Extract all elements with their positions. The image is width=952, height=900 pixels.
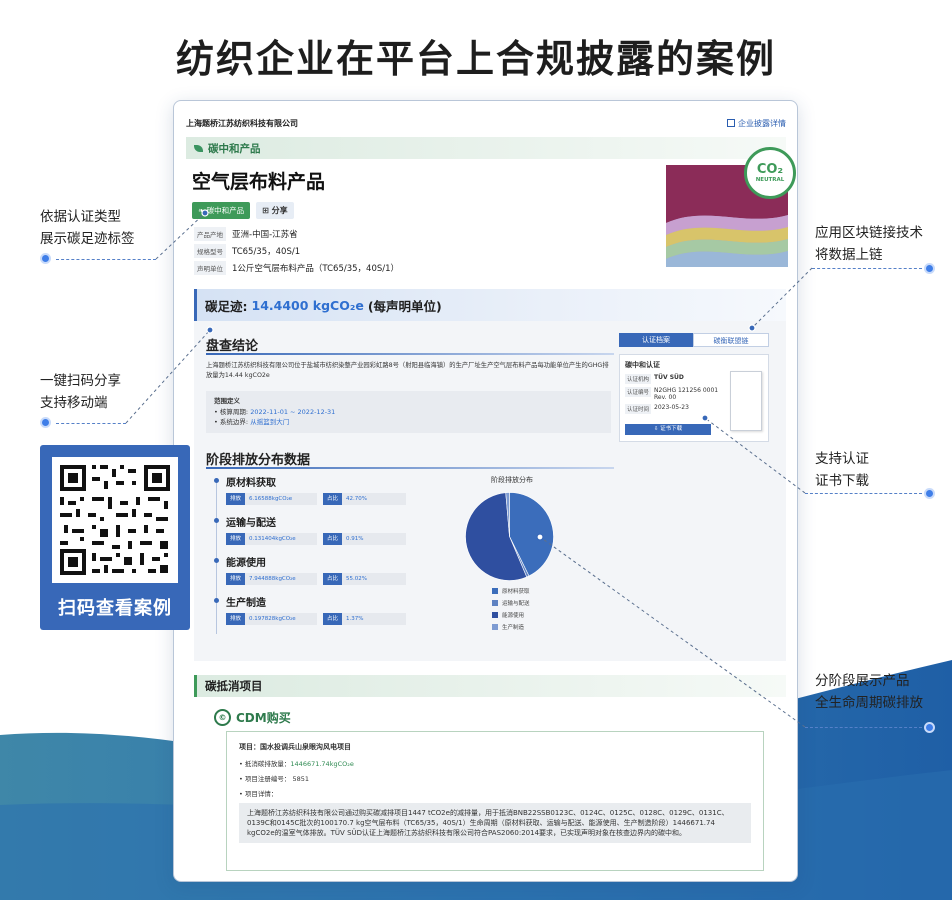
legend-label: 原材料获取 [502,589,530,595]
annotation-dot [40,253,51,264]
emission-pie-chart[interactable] [462,489,557,584]
stage-item: 生产制造 排放 0.197828kgCO₂e 占比 1.37% [214,594,414,634]
legend-item[interactable]: 能源使用 [492,611,530,619]
legend-label: 运输与配送 [502,601,530,607]
cert-download-button[interactable]: ⇩ 证书下载 [625,424,711,435]
stage-item: 运输与配送 排放 0.131404kgCO₂e 占比 0.91% [214,514,414,554]
cert-tabs: 认证档案 碳衡联盟链 [619,333,769,347]
pie-legend: 原材料获取运输与配送能源使用生产制造 [492,587,530,635]
legend-swatch [492,624,498,630]
qr-label: 扫码查看案例 [58,598,172,619]
leaf-icon [194,144,203,152]
stage-list: 原材料获取 排放 6.16588kgCO₂e 占比 42.70% 运输与配送 排放 0… [214,474,414,634]
company-bar: 上海题桥江苏纺织科技有限公司 企业披露详情 [186,109,786,137]
annotation-blockchain: 应用区块链接技术 将数据上链 [815,225,923,263]
annotation-dot [924,722,935,733]
stage-heading: 阶段排放分布数据 [206,453,311,468]
qr-code[interactable] [52,457,178,583]
offset-section-header: 碳抵消项目 [194,675,786,697]
cdm-project-card: 项目：国水投调兵山泉眼沟风电项目 • 抵消碳排放量：1446671.74kgCO… [226,731,764,871]
section-header-carbon-neutral: 碳中和产品 [186,137,786,159]
legend-swatch [492,612,498,618]
carbon-footprint-bar: 碳足迹: 14.4400 kgCO₂e (每声明单位) [194,289,786,321]
building-icon [727,119,735,127]
conclusion-heading: 盘查结论 [206,339,259,354]
certificate-thumbnail[interactable] [730,371,762,431]
legend-label: 生产制造 [502,625,525,631]
legend-item[interactable]: 生产制造 [492,623,530,631]
project-detail: 上海题桥江苏纺织科技有限公司通过购买碳减排项目1447 tCO2e的减排量，用于… [239,803,751,843]
annotation-line [805,727,922,728]
co2-neutral-badge: CO₂ NEUTRAL [744,147,796,199]
annotation-line [56,259,156,260]
tab-blockchain[interactable]: 碳衡联盟链 [693,333,769,347]
legend-label: 能源使用 [502,613,525,619]
annotation-line [805,493,922,494]
device-content: 上海题桥江苏纺织科技有限公司 企业披露详情 碳中和产品 空气层布料产品 ❧ 碳中… [186,109,796,871]
cert-card: 碳中和认证 认证机构 TÜV SÜD 认证编号 N2GHG 121256 0001 … [619,354,769,442]
annotation-cert-download: 支持认证 证书下载 [815,451,869,489]
legend-item[interactable]: 原材料获取 [492,587,530,595]
heading-underline [206,467,614,469]
legend-item[interactable]: 运输与配送 [492,599,530,607]
share-button[interactable]: ⊞ 分享 [256,202,294,219]
annotation-dot [924,263,935,274]
legend-swatch [492,588,498,594]
annotation-line [56,423,126,424]
cdm-icon: © [214,709,231,726]
heading-underline [206,353,614,355]
tab-cert-archive[interactable]: 认证档案 [619,333,693,347]
annotation-lifecycle: 分阶段展示产品 全生命周期碳排放 [815,673,923,711]
annotation-dot [40,417,51,428]
device-frame: 上海题桥江苏纺织科技有限公司 企业披露详情 碳中和产品 空气层布料产品 ❧ 碳中… [173,100,798,882]
annotation-dot [924,488,935,499]
disclosure-link[interactable]: 企业披露详情 [727,118,786,129]
scope-definition: 范围定义 • 核算周期: 2022-11-01 ~ 2022-12-31 • 系… [206,391,611,433]
carbon-neutral-tag: ❧ 碳中和产品 [192,202,251,219]
annotation-qr-share: 一键扫码分享 支持移动端 [40,373,121,411]
cdm-heading: © CDM购买 [214,709,291,726]
company-name: 上海题桥江苏纺织科技有限公司 [186,118,298,128]
legend-swatch [492,600,498,606]
pie-title: 阶段排放分布 [491,476,533,484]
qr-code-card[interactable]: 扫码查看案例 [40,445,190,630]
page-title: 纺织企业在平台上合规披露的案例 [175,37,776,81]
stage-item: 能源使用 排放 7.944888kgCO₂e 占比 55.02% [214,554,414,594]
annotation-carbon-label: 依据认证类型 展示碳足迹标签 [40,209,135,247]
stage-item: 原材料获取 排放 6.16588kgCO₂e 占比 42.70% [214,474,414,514]
annotation-line [812,268,922,269]
conclusion-text: 上海题桥江苏纺织科技有限公司位于盐城市纺织染整产业园彩虹路8号（射阳县临海镇）的… [206,362,609,379]
